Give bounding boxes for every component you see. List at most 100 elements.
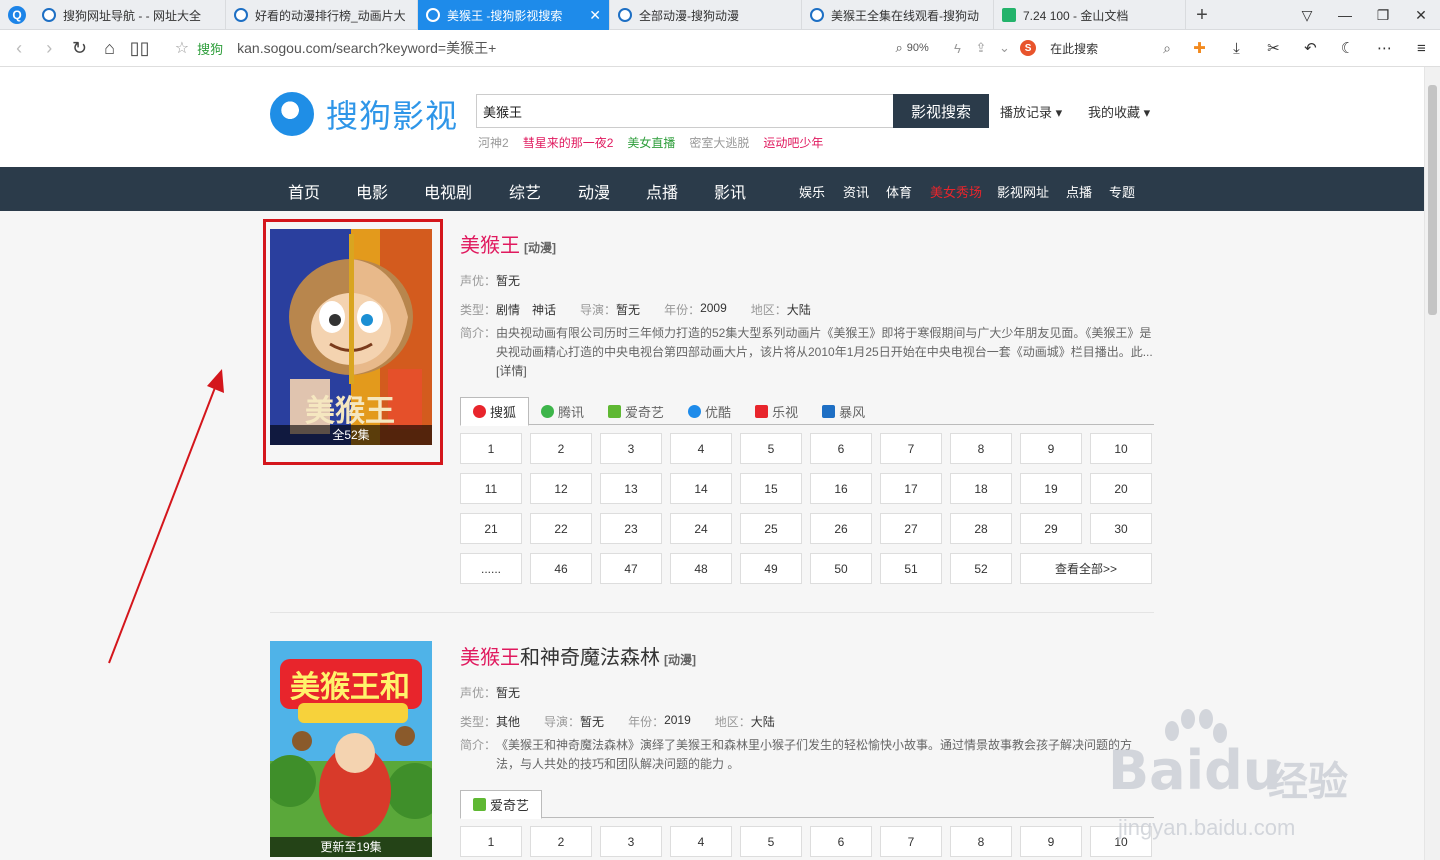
episode-button[interactable]: 22: [530, 513, 592, 544]
sogou-engine-icon[interactable]: S: [1020, 40, 1037, 56]
hot-keyword[interactable]: 运动吧少年: [763, 134, 823, 151]
source-tab-iqiyi[interactable]: 爱奇艺: [460, 790, 543, 819]
genre-value[interactable]: 其他: [496, 713, 520, 730]
detail-link[interactable]: [详情]: [496, 364, 527, 378]
episode-button[interactable]: 3: [600, 826, 662, 857]
episode-button[interactable]: 49: [740, 553, 802, 584]
search-icon[interactable]: ⌕: [1163, 40, 1171, 57]
episode-button[interactable]: 9: [1020, 826, 1082, 857]
episode-button[interactable]: 23: [600, 513, 662, 544]
result-title[interactable]: 美猴王和神奇魔法森林 [动漫]: [460, 641, 1154, 670]
scrollbar-thumb[interactable]: [1428, 85, 1437, 315]
source-tab-iqiyi[interactable]: 爱奇艺: [596, 397, 676, 425]
lightning-icon[interactable]: ϟ: [946, 30, 969, 67]
episode-button[interactable]: 2: [530, 433, 592, 464]
nav-item-tv[interactable]: 电视剧: [424, 179, 472, 203]
address-bar[interactable]: ☆ 搜狗 kan.sogou.com/search?keyword=美猴王+: [175, 34, 678, 62]
genre-value[interactable]: 剧情 神话: [496, 301, 556, 318]
back-icon[interactable]: ‹: [4, 30, 34, 67]
episode-button[interactable]: 25: [740, 513, 802, 544]
address-url[interactable]: kan.sogou.com/search?keyword=美猴王+: [237, 38, 496, 58]
episode-button[interactable]: 13: [600, 473, 662, 504]
episode-button[interactable]: 47: [600, 553, 662, 584]
episode-button[interactable]: 17: [880, 473, 942, 504]
episode-button[interactable]: 6: [810, 433, 872, 464]
episode-button[interactable]: 30: [1090, 513, 1152, 544]
episode-button[interactable]: 3: [600, 433, 662, 464]
browser-search-input[interactable]: 在此搜索: [1050, 40, 1098, 57]
hot-keyword[interactable]: 密室大逃脱: [689, 134, 749, 151]
tab-close-icon[interactable]: ✕: [589, 7, 601, 24]
new-tab-icon[interactable]: +: [1186, 0, 1218, 30]
bookmark-star-icon[interactable]: ☆: [175, 38, 189, 58]
nav-item-news[interactable]: 影讯: [714, 179, 746, 203]
favorites-menu[interactable]: 我的收藏 ▾: [1088, 102, 1150, 121]
episode-button[interactable]: 8: [950, 826, 1012, 857]
episode-button[interactable]: 6: [810, 826, 872, 857]
episode-button[interactable]: 46: [530, 553, 592, 584]
episode-button[interactable]: 9: [1020, 433, 1082, 464]
more-icon[interactable]: ⋯: [1366, 30, 1403, 67]
tshirt-skin-icon[interactable]: ▽: [1288, 0, 1326, 30]
nav-sub-entertainment[interactable]: 娱乐: [799, 182, 825, 201]
minimize-icon[interactable]: —: [1326, 0, 1364, 30]
hot-keyword[interactable]: 河神2: [478, 134, 509, 151]
episode-button[interactable]: 11: [460, 473, 522, 504]
episode-button[interactable]: 26: [810, 513, 872, 544]
source-tab-baofeng[interactable]: 暴风: [810, 397, 877, 425]
close-window-icon[interactable]: ✕: [1402, 0, 1440, 30]
episode-button[interactable]: 21: [460, 513, 522, 544]
result-title[interactable]: 美猴王 [动漫]: [460, 229, 1154, 258]
hot-keyword[interactable]: 美女直播: [627, 134, 675, 151]
episode-button[interactable]: 15: [740, 473, 802, 504]
nav-sub-topics[interactable]: 专题: [1109, 182, 1135, 201]
browser-tab[interactable]: 美猴王全集在线观看-搜狗动: [802, 0, 994, 30]
source-tab-sohu[interactable]: 搜狐: [460, 397, 530, 426]
nav-sub-sites[interactable]: 影视网址: [997, 182, 1049, 201]
episode-button[interactable]: 27: [880, 513, 942, 544]
episode-button[interactable]: 7: [880, 826, 942, 857]
episode-button[interactable]: 1: [460, 826, 522, 857]
search-input[interactable]: [476, 94, 894, 128]
nav-item-home[interactable]: 首页: [288, 179, 320, 203]
episode-button[interactable]: 4: [670, 826, 732, 857]
episode-button[interactable]: ......: [460, 553, 522, 584]
episode-button[interactable]: 14: [670, 473, 732, 504]
episode-button[interactable]: 7: [880, 433, 942, 464]
poster-image[interactable]: 美猴王和 更新至19集: [270, 641, 432, 857]
restore-icon[interactable]: ❐: [1364, 0, 1402, 30]
episode-button[interactable]: 51: [880, 553, 942, 584]
episode-button[interactable]: 52: [950, 553, 1012, 584]
episode-button[interactable]: 4: [670, 433, 732, 464]
vertical-scrollbar[interactable]: [1424, 67, 1440, 860]
episode-button[interactable]: 24: [670, 513, 732, 544]
scissors-icon[interactable]: ✂: [1255, 30, 1292, 67]
game-controller-icon[interactable]: ✚: [1181, 30, 1218, 67]
browser-tab[interactable]: 好看的动漫排行榜_动画片大: [226, 0, 418, 30]
episode-button[interactable]: 5: [740, 826, 802, 857]
nav-sub-sports[interactable]: 体育: [886, 182, 912, 201]
browser-tab[interactable]: 7.24 100 - 金山文档: [994, 0, 1186, 30]
episode-button[interactable]: 29: [1020, 513, 1082, 544]
search-engine-box[interactable]: S 在此搜索 ⌕: [1020, 40, 1171, 57]
site-logo[interactable]: 搜狗影视: [270, 91, 458, 137]
nav-sub-showroom[interactable]: 美女秀场: [930, 182, 982, 201]
episode-button[interactable]: 19: [1020, 473, 1082, 504]
browser-tab[interactable]: 全部动漫-搜狗动漫: [610, 0, 802, 30]
episode-button[interactable]: 2: [530, 826, 592, 857]
episode-button[interactable]: 16: [810, 473, 872, 504]
source-tab-letv[interactable]: 乐视: [743, 397, 810, 425]
undo-icon[interactable]: ↶: [1292, 30, 1329, 67]
download-icon[interactable]: ⤓: [1218, 30, 1255, 67]
browser-tab-active[interactable]: 美猴王 -搜狗影视搜索 ✕: [418, 0, 610, 30]
view-all-episodes-button[interactable]: 查看全部>>: [1020, 553, 1152, 584]
search-button[interactable]: 影视搜索: [893, 94, 989, 128]
source-tab-youku[interactable]: 优酷: [676, 397, 743, 425]
browser-tab[interactable]: 搜狗网址导航 - - 网址大全: [34, 0, 226, 30]
forward-icon[interactable]: ›: [34, 30, 64, 67]
nav-item-vod[interactable]: 点播: [646, 179, 678, 203]
episode-button[interactable]: 1: [460, 433, 522, 464]
chevron-down-icon[interactable]: ⌄: [993, 30, 1016, 67]
source-tab-tencent[interactable]: 腾讯: [529, 397, 596, 425]
reader-icon[interactable]: ▯▯: [125, 30, 155, 67]
